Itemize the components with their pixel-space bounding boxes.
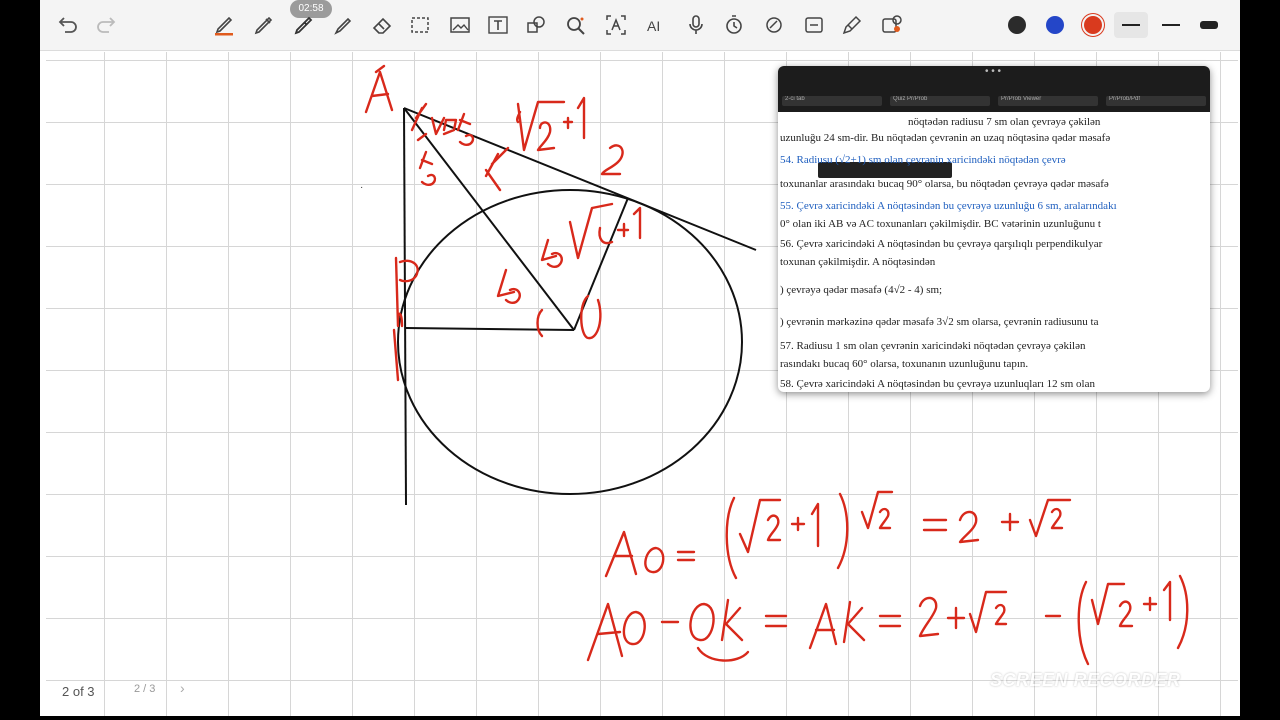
recorder-watermark: SCREEN RECORDER: [990, 670, 1181, 690]
popup-tab[interactable]: Quiz Pr/Prob: [890, 96, 990, 106]
reference-popup[interactable]: • • • 2-ci tab Quiz Pr/Prob Pr/Prob View…: [778, 66, 1210, 392]
page-pill-label: 2 / 3: [134, 683, 156, 695]
popup-tab[interactable]: Pr/Prob/Pdf: [1106, 96, 1206, 106]
popup-document: nöqtədən radiusu 7 sm olan çevrəyə çəkil…: [778, 112, 1210, 392]
popup-tab[interactable]: 2-ci tab: [782, 96, 882, 106]
circle: [397, 189, 743, 495]
page-navigator[interactable]: 2 / 3 ›: [120, 680, 200, 700]
radius-ob: [405, 327, 575, 331]
doc-line: ) çevrənin mərkəzinə qədər məsafə 3√2 sm…: [780, 316, 1099, 328]
notes-app: 02:58 AI · 2 of 3 2 / 3 › • • • 2-ci tab…: [40, 0, 1240, 716]
doc-line: 57. Radiusu 1 sm olan çevrənin xaricində…: [780, 340, 1086, 352]
doc-line: toxunanlar arasındakı bucaq 90° olarsa, …: [780, 178, 1109, 190]
doc-line: 58. Çevrə xaricindəki A nöqtəsindən bu ç…: [780, 378, 1095, 390]
page-indicator: 2 of 3: [62, 684, 95, 699]
doc-line: 56. Çevrə xaricindəki A nöqtəsindən bu ç…: [780, 238, 1103, 250]
tangent-line-ab: [403, 107, 407, 506]
doc-line: uzunluğu 24 sm-dir. Bu nöqtədən çevrənin…: [780, 132, 1111, 144]
drag-handle-icon[interactable]: • • •: [978, 67, 1008, 77]
popup-tab[interactable]: Pr/Prob Viewer: [998, 96, 1098, 106]
doc-line: toxunan çəkilmişdir. A nöqtəsindən: [780, 256, 936, 268]
doc-line: ) çevrəyə qədər məsafə (4√2 - 4) sm;: [780, 284, 943, 296]
stray-dot: ·: [360, 182, 363, 193]
doc-line: nöqtədən radiusu 7 sm olan çevrəyə çəkil…: [908, 116, 1101, 128]
doc-line: 55. Çevrə xaricindəki A nöqtəsindən bu ç…: [780, 200, 1117, 212]
popup-tabs: 2-ci tab Quiz Pr/Prob Pr/Prob Viewer Pr/…: [782, 96, 1206, 108]
doc-line: 0° olan iki AB və AC toxunanları çəkilmi…: [780, 218, 1101, 230]
doc-line: rasındakı bucaq 60° olarsa, toxunanın uz…: [780, 358, 1029, 370]
chevron-right-icon[interactable]: ›: [180, 680, 185, 696]
doc-line: 54. Radiusu (√2+1) sm olan çevrənin xari…: [780, 154, 1066, 166]
popup-titlebar[interactable]: • • • 2-ci tab Quiz Pr/Prob Pr/Prob View…: [778, 66, 1210, 112]
